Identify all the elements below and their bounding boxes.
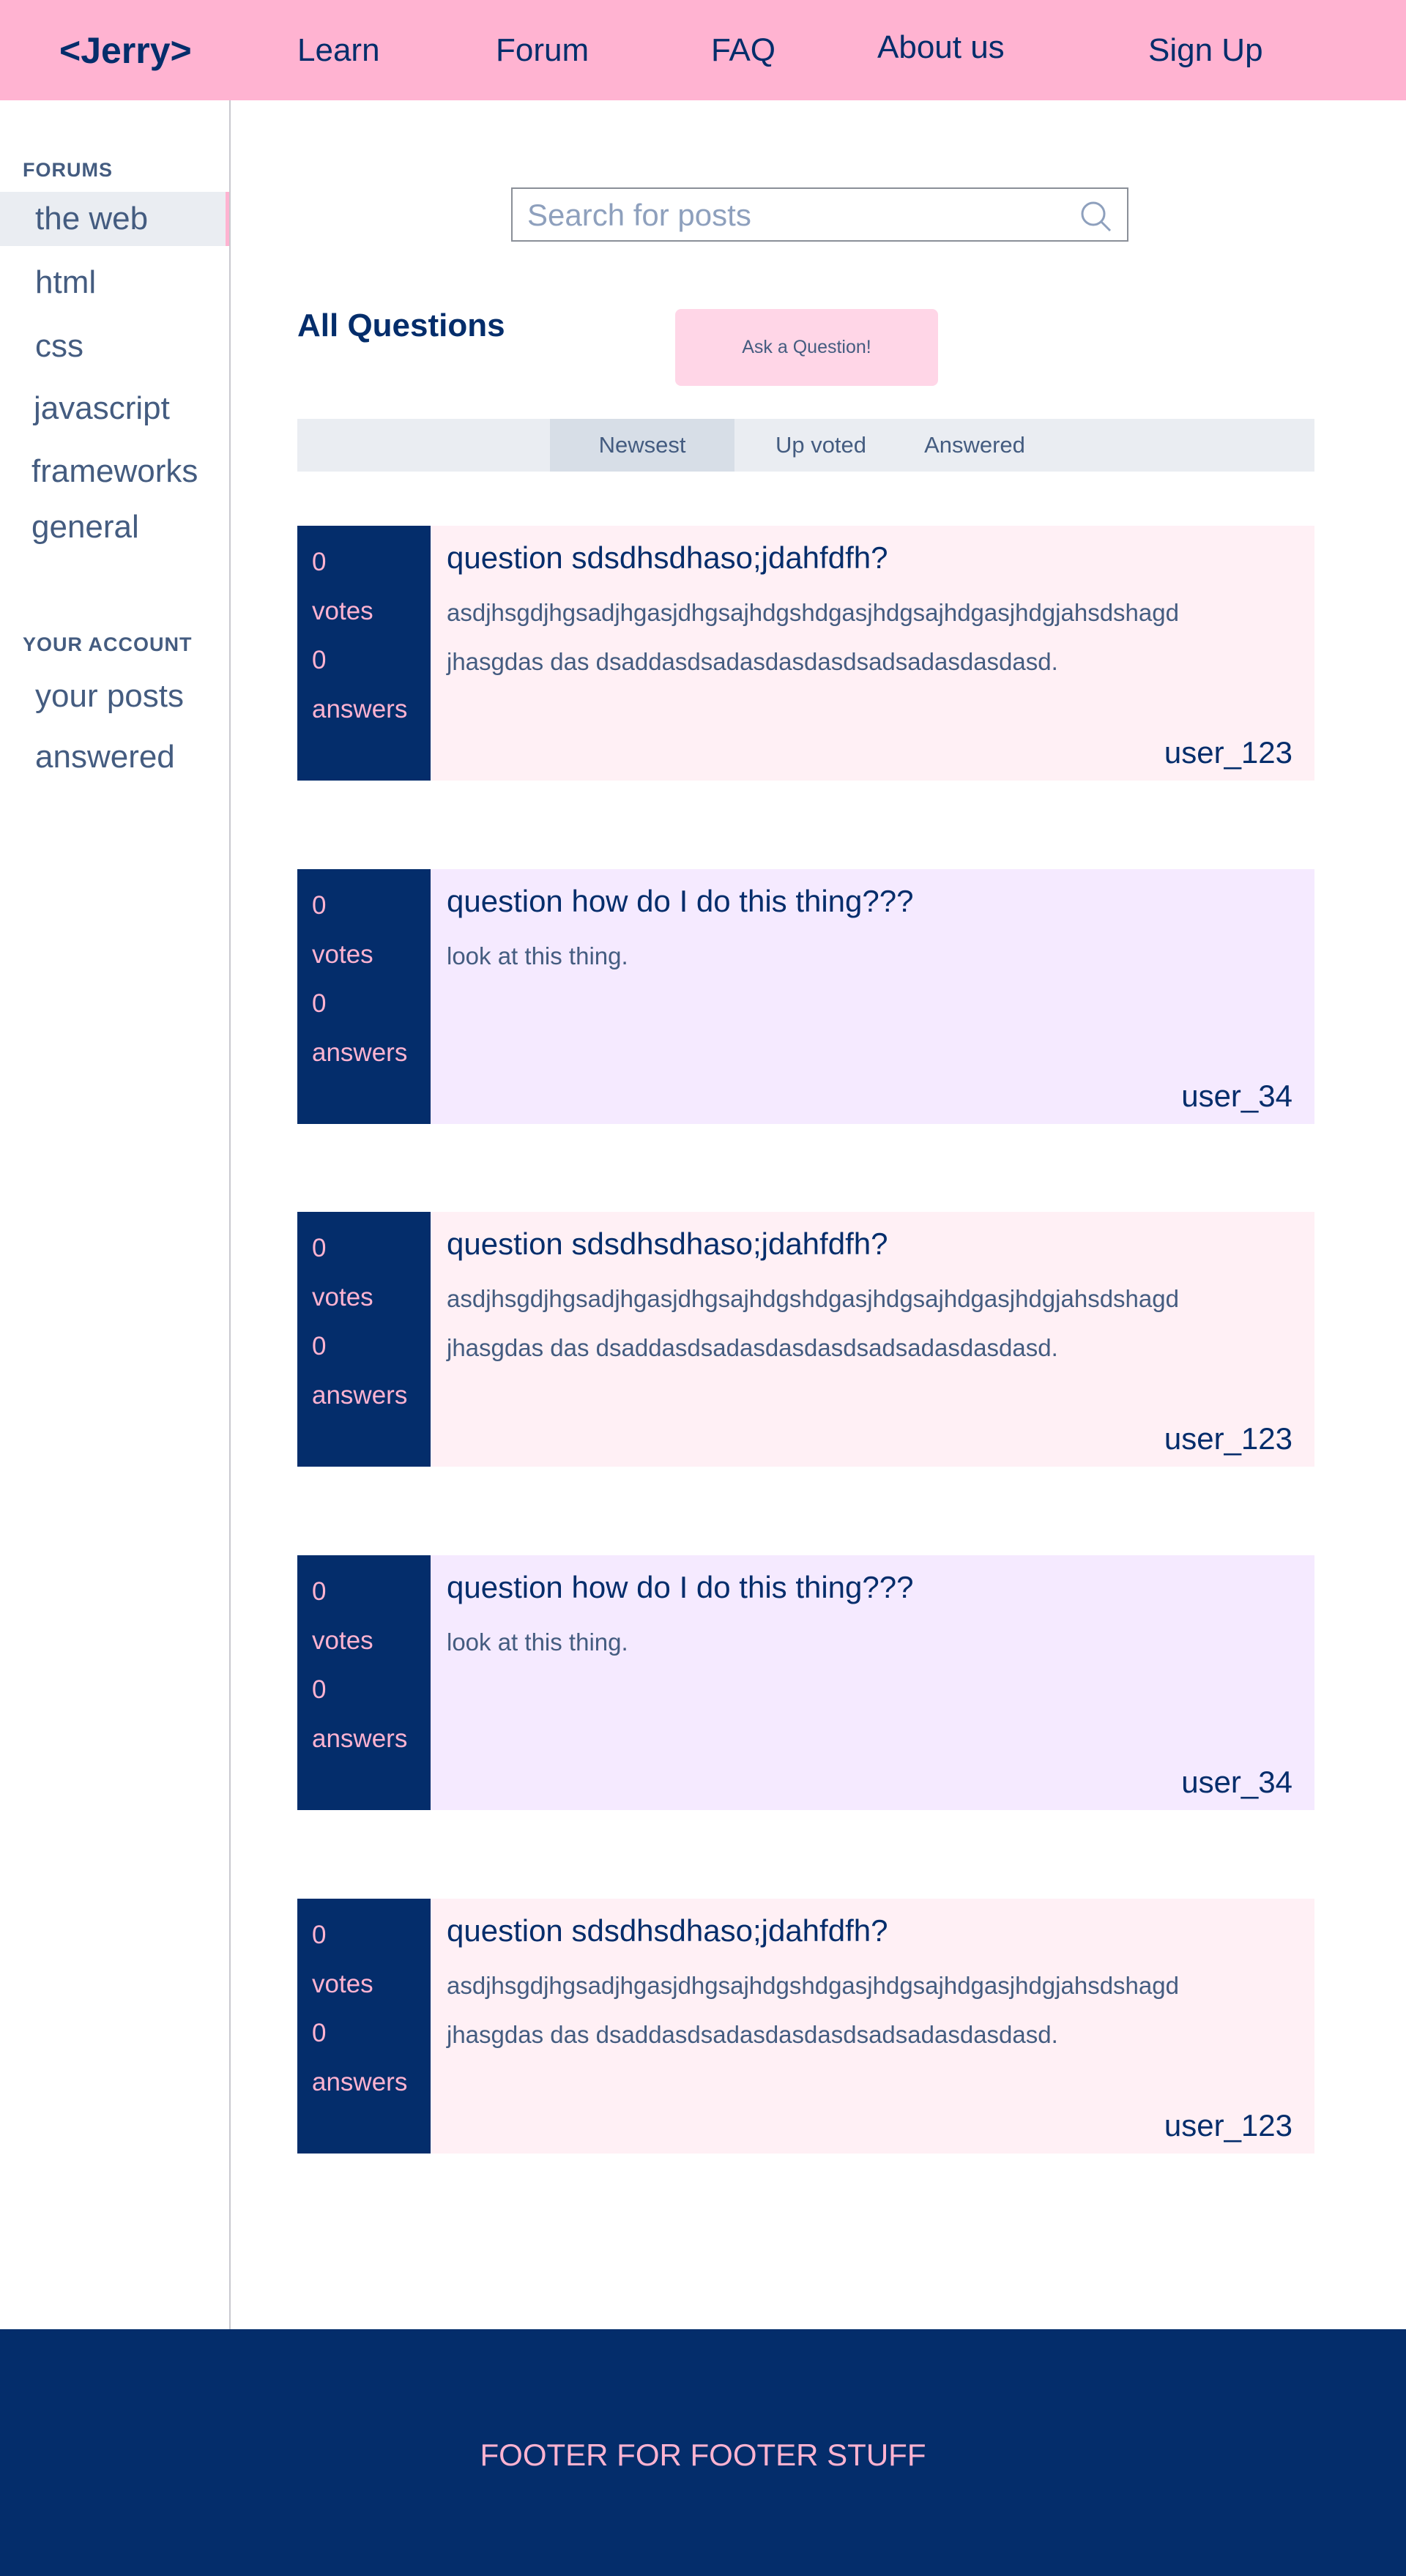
ask-question-button[interactable]: Ask a Question! [675, 309, 938, 386]
footer-text: FOOTER FOR FOOTER STUFF [480, 2438, 926, 2472]
post-stats: 0 votes 0 answers [297, 869, 431, 1124]
nav-learn[interactable]: Learn [297, 32, 380, 69]
sidebar-item-frameworks[interactable]: frameworks [0, 444, 229, 499]
votes-label: votes [312, 1970, 373, 1998]
question-title[interactable]: question how do I do this thing??? [447, 1570, 913, 1605]
answer-count: 0 [312, 1675, 327, 1704]
answer-count: 0 [312, 1332, 327, 1360]
votes-label: votes [312, 1283, 373, 1311]
answer-count: 0 [312, 989, 327, 1018]
logo[interactable]: <Jerry> [59, 29, 192, 72]
question-body: look at this thing. [447, 1628, 628, 1656]
answers-label: answers [312, 1038, 408, 1067]
question-card[interactable]: 0 votes 0 answers question how do I do t… [297, 869, 1314, 1124]
page-title: All Questions [297, 308, 505, 343]
sort-tabs: Newsest Up voted Answered [297, 419, 1314, 472]
question-card[interactable]: 0 votes 0 answers question sdsdhsdhaso;j… [297, 1212, 1314, 1467]
post-author[interactable]: user_34 [1181, 1079, 1292, 1114]
nav-forum[interactable]: Forum [496, 32, 589, 69]
sidebar-item-your-posts[interactable]: your posts [0, 669, 229, 723]
search-icon[interactable] [1079, 199, 1112, 233]
sidebar-item-javascript[interactable]: javascript [0, 381, 229, 436]
nav-faq[interactable]: FAQ [711, 32, 775, 69]
question-title[interactable]: question sdsdhsdhaso;jdahfdfh? [447, 540, 888, 576]
question-card[interactable]: 0 votes 0 answers question sdsdhsdhaso;j… [297, 526, 1314, 781]
sidebar-item-the-web[interactable]: the web [0, 192, 229, 246]
post-stats: 0 votes 0 answers [297, 1555, 431, 1810]
votes-label: votes [312, 940, 373, 969]
footer: FOOTER FOR FOOTER STUFF [0, 2329, 1406, 2576]
question-body: asdjhsgdjhgsadjhgasjdhgsajhdgshdgasjhdgs… [447, 1285, 1179, 1312]
post-author[interactable]: user_123 [1164, 2108, 1292, 2143]
question-body: jhasgdas das dsaddasdsadasdasdasdsadsada… [447, 1334, 1058, 1361]
tab-answered[interactable]: Answered [912, 419, 1037, 472]
votes-label: votes [312, 1626, 373, 1655]
question-body: asdjhsgdjhgsadjhgasjdhgsajhdgshdgasjhdgs… [447, 599, 1179, 626]
vote-count: 0 [312, 1234, 327, 1262]
question-body: look at this thing. [447, 942, 628, 969]
search-input[interactable] [527, 195, 1069, 236]
answers-label: answers [312, 1381, 408, 1410]
sidebar-item-general[interactable]: general [0, 500, 229, 554]
post-stats: 0 votes 0 answers [297, 1899, 431, 2154]
question-title[interactable]: question sdsdhsdhaso;jdahfdfh? [447, 1913, 888, 1948]
sidebar-item-html[interactable]: html [0, 256, 229, 310]
nav-about-us[interactable]: About us [877, 29, 1005, 66]
tab-up-voted[interactable]: Up voted [766, 419, 876, 472]
post-author[interactable]: user_123 [1164, 735, 1292, 770]
sidebar-item-answered[interactable]: answered [0, 730, 229, 784]
vote-count: 0 [312, 1577, 327, 1606]
answer-count: 0 [312, 646, 327, 674]
vote-count: 0 [312, 891, 327, 920]
tab-newest[interactable]: Newsest [550, 419, 734, 472]
question-body: jhasgdas das dsaddasdsadasdasdasdsadsada… [447, 2021, 1058, 2048]
answers-label: answers [312, 2068, 408, 2096]
votes-label: votes [312, 597, 373, 625]
header: <Jerry> Learn Forum FAQ About us Sign Up [0, 0, 1406, 100]
search-box [511, 187, 1128, 242]
question-title[interactable]: question sdsdhsdhaso;jdahfdfh? [447, 1226, 888, 1262]
question-card[interactable]: 0 votes 0 answers question how do I do t… [297, 1555, 1314, 1810]
post-author[interactable]: user_34 [1181, 1765, 1292, 1800]
question-card[interactable]: 0 votes 0 answers question sdsdhsdhaso;j… [297, 1899, 1314, 2154]
post-stats: 0 votes 0 answers [297, 1212, 431, 1467]
sidebar-item-css[interactable]: css [0, 319, 229, 373]
sidebar: FORUMS the web html css javascript frame… [0, 100, 231, 2329]
answers-label: answers [312, 695, 408, 723]
question-body: asdjhsgdjhgsadjhgasjdhgsajhdgshdgasjhdgs… [447, 1972, 1179, 1999]
question-title[interactable]: question how do I do this thing??? [447, 884, 913, 919]
post-stats: 0 votes 0 answers [297, 526, 431, 781]
vote-count: 0 [312, 1921, 327, 1949]
answers-label: answers [312, 1724, 408, 1753]
answer-count: 0 [312, 2019, 327, 2047]
question-body: jhasgdas das dsaddasdsadasdasdasdsadsada… [447, 648, 1058, 675]
nav-sign-up[interactable]: Sign Up [1148, 32, 1263, 69]
post-author[interactable]: user_123 [1164, 1421, 1292, 1456]
forums-heading: FORUMS [23, 159, 113, 181]
vote-count: 0 [312, 548, 327, 576]
account-heading: YOUR ACCOUNT [23, 633, 193, 655]
